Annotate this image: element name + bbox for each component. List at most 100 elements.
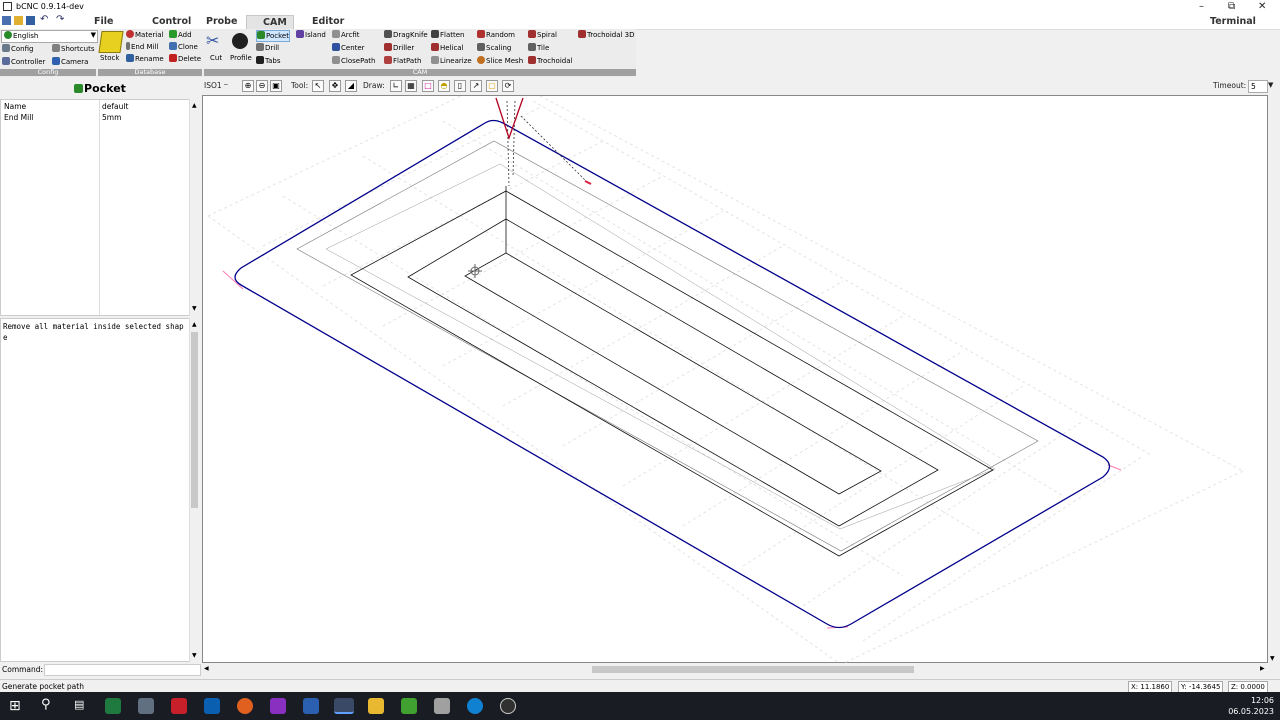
- slice-mesh-button[interactable]: Slice Mesh: [477, 56, 523, 66]
- add-button[interactable]: Add: [169, 30, 192, 40]
- pan-tool-icon[interactable]: ✥: [329, 80, 341, 92]
- delete-icon: [169, 54, 177, 62]
- linearize-button[interactable]: Linearize: [431, 56, 472, 66]
- firefox-icon[interactable]: [237, 698, 253, 714]
- language-select[interactable]: English ▼: [1, 30, 98, 43]
- closepath-button[interactable]: ClosePath: [332, 56, 375, 66]
- word-icon[interactable]: [303, 698, 319, 714]
- app-icon[interactable]: [270, 698, 286, 714]
- zoom-out-icon[interactable]: ⊖: [256, 80, 268, 92]
- spiral-label: Spiral: [537, 31, 557, 39]
- task-view-icon[interactable]: ▤: [74, 698, 84, 711]
- trochoidal-3d-button[interactable]: Trochoidal 3D: [578, 30, 635, 40]
- calculator-icon[interactable]: [138, 698, 154, 714]
- timeout-dropdown-icon[interactable]: ▼: [1268, 81, 1273, 89]
- spiral-button[interactable]: Spiral: [528, 30, 557, 40]
- view-dropdown-icon[interactable]: ⎯: [224, 79, 228, 89]
- controller-button[interactable]: Controller: [2, 57, 45, 67]
- dragknife-button[interactable]: DragKnife: [384, 30, 428, 40]
- draw-axes-icon[interactable]: ∟: [390, 80, 402, 92]
- ruler-tool-icon[interactable]: ◢: [345, 80, 357, 92]
- camera-button[interactable]: Camera: [52, 57, 88, 67]
- pocket-button[interactable]: Pocket: [256, 30, 290, 42]
- toolpath-view[interactable]: [203, 75, 1269, 667]
- rename-button[interactable]: Rename: [126, 54, 164, 64]
- bcnc-taskbar-icon[interactable]: [334, 698, 354, 714]
- clone-button[interactable]: Clone: [169, 42, 198, 52]
- select-tool-icon[interactable]: ↖: [312, 80, 324, 92]
- canvas-vscrollbar[interactable]: ▼: [1268, 95, 1280, 663]
- center-button[interactable]: Center: [332, 43, 365, 53]
- zoom-fit-icon[interactable]: ▣: [270, 80, 282, 92]
- draw-probe-icon[interactable]: ◓: [438, 80, 450, 92]
- menu-cam[interactable]: CAM: [246, 15, 294, 29]
- menu-probe[interactable]: Probe: [192, 15, 243, 28]
- draw-grid-icon[interactable]: ▦: [405, 80, 417, 92]
- app-icon[interactable]: [434, 698, 450, 714]
- system-clock[interactable]: 12:06 06.05.2023: [1228, 695, 1274, 717]
- pocket-toolpath[interactable]: [296, 140, 1039, 557]
- description-box[interactable]: Remove all material inside selected shap…: [0, 318, 190, 662]
- random-button[interactable]: Random: [477, 30, 515, 40]
- property-value-name[interactable]: default: [102, 102, 128, 111]
- gcode-canvas[interactable]: [202, 75, 1269, 667]
- end-mill-button[interactable]: End Mill: [126, 42, 158, 52]
- profile-button[interactable]: Profile: [230, 53, 252, 63]
- save-icon[interactable]: [26, 16, 35, 25]
- menu-editor[interactable]: Editor: [298, 15, 350, 28]
- view-select[interactable]: ISO1: [204, 81, 222, 90]
- pocket-outline-path[interactable]: [234, 119, 1111, 629]
- drill-button[interactable]: Drill: [256, 43, 279, 53]
- draw-margin-icon[interactable]: □: [422, 80, 434, 92]
- app-icon[interactable]: [500, 698, 516, 714]
- menu-terminal[interactable]: Terminal: [1198, 15, 1262, 28]
- draw-camera-icon[interactable]: ▢: [486, 80, 498, 92]
- driller-button[interactable]: Driller: [384, 43, 414, 53]
- file-explorer-icon[interactable]: [368, 698, 384, 714]
- controller-icon: [2, 57, 10, 65]
- scroll-thumb[interactable]: [191, 332, 198, 508]
- tile-button[interactable]: Tile: [528, 43, 549, 53]
- scaling-button[interactable]: Scaling: [477, 43, 511, 53]
- scroll-thumb[interactable]: [592, 666, 914, 673]
- trochoidal-button[interactable]: Trochoidal: [528, 56, 572, 66]
- redraw-icon[interactable]: ⟳: [502, 80, 514, 92]
- tabs-button[interactable]: Tabs: [256, 56, 281, 66]
- command-input[interactable]: [44, 664, 201, 676]
- timeout-input[interactable]: 5: [1248, 80, 1268, 93]
- edge-icon[interactable]: [467, 698, 483, 714]
- island-button[interactable]: Island: [296, 30, 326, 40]
- canvas-hscrollbar[interactable]: ◀ ▶: [202, 663, 1268, 675]
- property-value-end-mill[interactable]: 5mm: [102, 113, 121, 122]
- close-button[interactable]: ✕: [1258, 1, 1266, 12]
- description-scrollbar[interactable]: ▲ ▼: [189, 318, 199, 662]
- cut-button[interactable]: Cut: [210, 53, 222, 63]
- undo-icon[interactable]: ↶: [40, 14, 48, 25]
- start-icon[interactable]: ⊞: [9, 698, 21, 714]
- helical-button[interactable]: Helical: [431, 43, 464, 53]
- delete-button[interactable]: Delete: [169, 54, 201, 64]
- arcfit-button[interactable]: Arcfit: [332, 30, 360, 40]
- material-button[interactable]: Material: [126, 30, 163, 40]
- draw-rapid-icon[interactable]: ↗: [470, 80, 482, 92]
- minimize-button[interactable]: –: [1199, 1, 1204, 12]
- flatpath-button[interactable]: FlatPath: [384, 56, 421, 66]
- menu-control[interactable]: Control: [136, 15, 197, 28]
- search-icon[interactable]: ⚲: [41, 697, 51, 712]
- flatten-button[interactable]: Flatten: [431, 30, 465, 40]
- maximize-button[interactable]: ⧉: [1228, 1, 1235, 12]
- open-icon[interactable]: [14, 16, 23, 25]
- outlook-icon[interactable]: [204, 698, 220, 714]
- properties-scrollbar[interactable]: ▲ ▼: [189, 99, 199, 316]
- menu-file[interactable]: File: [88, 15, 119, 28]
- shortcuts-button[interactable]: Shortcuts: [52, 44, 94, 54]
- redo-icon[interactable]: ↷: [56, 14, 64, 25]
- draw-workarea-icon[interactable]: ▯: [454, 80, 466, 92]
- app-icon[interactable]: [401, 698, 417, 714]
- new-icon[interactable]: [2, 16, 11, 25]
- stock-button[interactable]: Stock: [100, 53, 119, 63]
- excel-icon[interactable]: [105, 698, 121, 714]
- config-button[interactable]: Config: [2, 44, 33, 54]
- solidworks-icon[interactable]: [171, 698, 187, 714]
- zoom-in-icon[interactable]: ⊕: [242, 80, 254, 92]
